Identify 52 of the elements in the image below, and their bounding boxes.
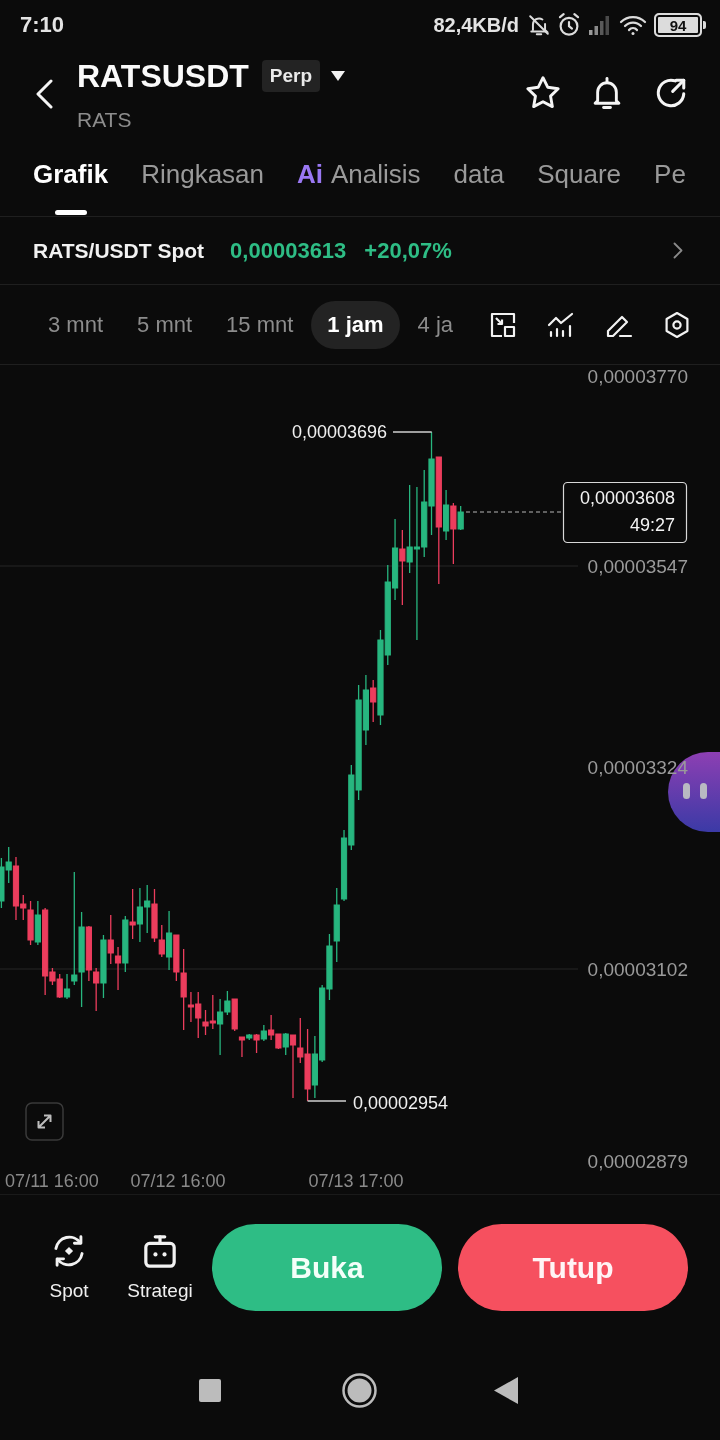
ai-label: Ai bbox=[297, 159, 323, 190]
indicator-chart-icon[interactable] bbox=[547, 310, 575, 339]
home-icon[interactable] bbox=[342, 1372, 377, 1408]
low-price-leader bbox=[306, 1100, 347, 1102]
price-axis-label: 0,00003770 bbox=[587, 365, 688, 387]
interval-tab[interactable]: 1 jam bbox=[311, 300, 400, 349]
current-price-label: 0,00003608 bbox=[579, 488, 675, 508]
settings-icon[interactable] bbox=[663, 310, 691, 339]
tab[interactable]: Grafik bbox=[33, 145, 109, 216]
spot-price: 0,00003613 bbox=[230, 237, 347, 264]
chevron-right-icon[interactable] bbox=[673, 242, 683, 259]
time-axis-label: 07/11 16:00 bbox=[5, 1171, 99, 1191]
base-asset-label: RATS bbox=[77, 107, 133, 133]
tab[interactable]: Pe bbox=[654, 145, 686, 216]
strategy-shortcut[interactable]: Strategi bbox=[124, 1233, 196, 1302]
high-price-label: 0,00003696 bbox=[291, 422, 387, 442]
countdown-label: 49:27 bbox=[629, 515, 675, 535]
signal-bars-icon bbox=[588, 14, 612, 36]
refresh-icon[interactable] bbox=[654, 76, 688, 110]
caret-icon[interactable] bbox=[331, 71, 346, 81]
recents-icon[interactable] bbox=[199, 1378, 221, 1402]
robot-icon bbox=[143, 1233, 177, 1268]
tab[interactable]: data bbox=[453, 145, 505, 216]
pair-title: RATSUSDT bbox=[77, 57, 249, 95]
expand-icon[interactable] bbox=[25, 1102, 64, 1141]
low-price-label: 0,00002954 bbox=[353, 1093, 449, 1113]
price-axis-label: 0,00003102 bbox=[587, 958, 688, 980]
resize-window-icon[interactable] bbox=[489, 310, 517, 339]
bell-off-icon bbox=[528, 14, 550, 36]
tab[interactable]: Ringkasan bbox=[141, 145, 264, 216]
interval-tab[interactable]: 5 mnt bbox=[121, 300, 209, 349]
interval-tab[interactable]: 3 mnt bbox=[32, 300, 120, 349]
spot-change: +20,07% bbox=[364, 237, 452, 264]
spot-pair-label[interactable]: RATS/USDT Spot bbox=[33, 238, 205, 263]
spot-shortcut[interactable]: Spot bbox=[40, 1233, 98, 1302]
price-axis-label: 0,00002879 bbox=[587, 1150, 688, 1172]
tab[interactable]: Square bbox=[537, 145, 622, 216]
market-type-badge[interactable]: Perp bbox=[261, 60, 321, 92]
time-axis-label: 07/13 17:00 bbox=[308, 1171, 404, 1191]
time-axis-label: 07/12 16:00 bbox=[130, 1171, 226, 1191]
star-icon[interactable] bbox=[526, 76, 560, 110]
interval-tab[interactable]: 4 ja bbox=[401, 300, 470, 349]
circular-arrows-icon bbox=[52, 1233, 86, 1268]
interval-tab[interactable]: 15 mnt bbox=[210, 300, 310, 349]
status-time: 7:10 bbox=[20, 12, 65, 38]
back-icon[interactable] bbox=[494, 1376, 518, 1404]
wifi-icon bbox=[619, 14, 647, 36]
price-axis-label: 0,00003547 bbox=[587, 555, 688, 577]
alarm-clock-icon bbox=[557, 13, 581, 37]
high-price-leader bbox=[392, 431, 433, 433]
tab[interactable]: Ai Analisis bbox=[297, 145, 421, 216]
network-speed: 82,4KB/d bbox=[433, 13, 519, 37]
